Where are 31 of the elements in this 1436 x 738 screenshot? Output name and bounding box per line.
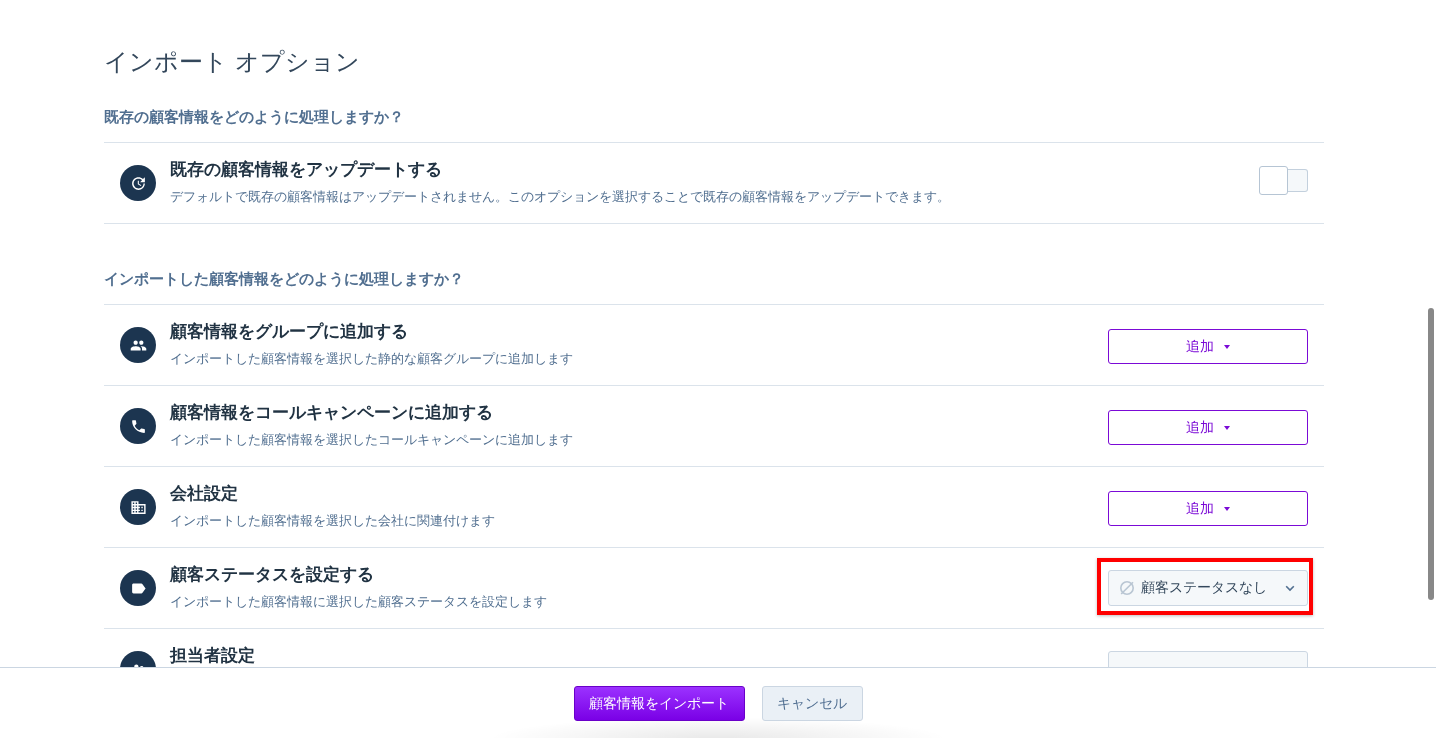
dropdown-select[interactable]: 顧客ステータスなし: [1108, 570, 1308, 606]
section-heading: 既存の顧客情報をどのように処理しますか？: [104, 107, 405, 127]
add-dropdown-button[interactable]: 追加: [1108, 410, 1308, 445]
caret-icon: [1224, 506, 1230, 511]
option-description: インポートした顧客情報を選択したコールキャンペーンに追加します: [170, 431, 574, 449]
page-title: インポート オプション: [104, 48, 361, 76]
tag-icon: [120, 570, 156, 606]
option-description: インポートした顧客情報を選択した会社に関連付けます: [170, 512, 496, 530]
add-dropdown-button[interactable]: 追加: [1108, 491, 1308, 526]
cancel-button[interactable]: キャンセル: [761, 686, 863, 721]
building-icon: [120, 489, 156, 525]
chevron-down-icon: [1285, 584, 1295, 592]
option-title: 既存の顧客情報をアップデートする: [170, 160, 443, 180]
people-icon: [120, 327, 156, 363]
caret-icon: [1224, 344, 1230, 349]
option-title: 会社設定: [170, 484, 239, 504]
scrollbar-thumb[interactable]: [1428, 308, 1434, 600]
section-heading: インポートした顧客情報をどのように処理しますか？: [104, 269, 465, 289]
option-description: インポートした顧客情報に選択した顧客ステータスを設定します: [170, 593, 548, 611]
option-description: デフォルトで既存の顧客情報はアップデートされません。このオプションを選択することで既存の顧客情報をアップデートできます。: [170, 188, 951, 206]
toggle-switch[interactable]: [1259, 166, 1308, 195]
caret-icon: [1224, 425, 1230, 430]
phone-icon: [120, 408, 156, 444]
option-title: 顧客ステータスを設定する: [170, 565, 375, 585]
import-button[interactable]: 顧客情報をインポート: [573, 686, 745, 721]
option-description: インポートした顧客情報を選択した静的な顧客グループに追加します: [170, 350, 574, 368]
slashed-circle-icon: [1119, 580, 1135, 596]
option-title: 担当者設定: [170, 646, 256, 666]
add-dropdown-button[interactable]: 追加: [1108, 329, 1308, 364]
option-title: 顧客情報をコールキャンペーンに追加する: [170, 403, 494, 423]
option-title: 顧客情報をグループに追加する: [170, 322, 409, 342]
